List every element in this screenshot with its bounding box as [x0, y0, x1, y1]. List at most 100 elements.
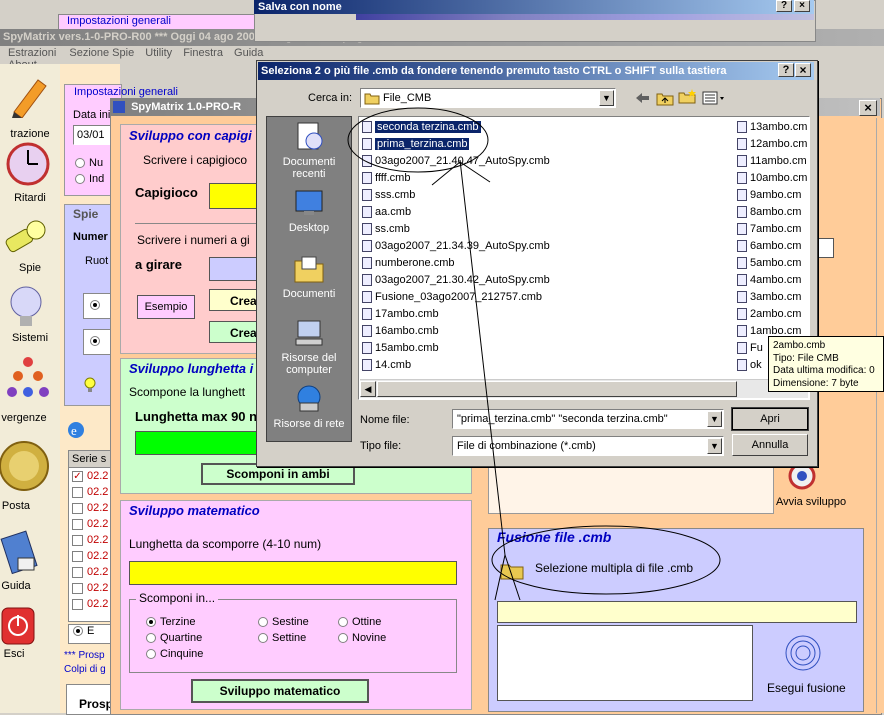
sidebar-item-spie[interactable]: Spie [0, 208, 60, 274]
radio-ind[interactable]: Ind [75, 173, 104, 185]
opt-cinquine[interactable]: Cinquine [146, 648, 203, 660]
sidebar-item-esci[interactable]: Esci [0, 604, 60, 678]
horizontal-scrollbar[interactable]: ◀ [360, 379, 808, 398]
file-item[interactable]: 2ambo.cm [737, 306, 809, 323]
row-checkbox[interactable] [72, 550, 83, 562]
row-checkbox[interactable] [72, 534, 83, 546]
file-item[interactable]: 7ambo.cm [737, 221, 809, 238]
chevron-down-icon[interactable]: ▼ [707, 411, 722, 427]
file-item[interactable]: 15ambo.cmb [362, 340, 582, 357]
open-help-button[interactable]: ? [778, 63, 794, 77]
radio-button[interactable] [338, 633, 348, 644]
apri-button[interactable]: Apri [731, 407, 809, 431]
radio-button[interactable] [258, 633, 268, 644]
menu-sezione-spie[interactable]: Sezione Spie [69, 47, 134, 59]
radio-button[interactable] [90, 300, 100, 310]
cerca-in-select[interactable]: File_CMB ▼ [360, 88, 616, 108]
file-item[interactable]: 3ambo.cm [737, 289, 809, 306]
nome-file-input[interactable]: "prima_terzina.cmb" "seconda terzina.cmb… [452, 409, 724, 429]
right-input-box[interactable] [816, 238, 834, 258]
file-item[interactable]: Fusione_03ago2007_212757.cmb [362, 289, 582, 306]
prosp-button[interactable]: Prosp [79, 697, 113, 711]
file-item[interactable]: 8ambo.cm [737, 204, 809, 221]
file-item[interactable]: 14.cmb [362, 357, 582, 374]
place-computer[interactable]: Risorse del computer [267, 317, 351, 381]
file-item[interactable]: numberone.cmb [362, 255, 582, 272]
lunghetta-input[interactable] [135, 431, 267, 455]
row-checkbox[interactable] [72, 502, 83, 514]
menu-guida[interactable]: Guida [234, 47, 263, 59]
place-documenti[interactable]: Documenti [267, 253, 351, 307]
opt-quartine[interactable]: Quartine [146, 632, 202, 644]
file-item[interactable]: 13ambo.cm [737, 119, 809, 136]
chevron-down-icon[interactable]: ▼ [599, 90, 614, 106]
save-help-button[interactable]: ? [776, 0, 792, 12]
row-checkbox[interactable]: ✓ [72, 470, 83, 482]
file-item[interactable]: 12ambo.cm [737, 136, 809, 153]
scroll-thumb[interactable] [377, 381, 737, 397]
file-item[interactable]: 17ambo.cmb [362, 306, 582, 323]
radio-button[interactable] [258, 617, 268, 628]
file-item[interactable]: 11ambo.cm [737, 153, 809, 170]
menu-utility[interactable]: Utility [145, 47, 172, 59]
sidebar-item-sistemi[interactable]: Sistemi [0, 280, 60, 346]
file-item[interactable]: ffff.cmb [362, 170, 582, 187]
sidebar-item-posta[interactable]: Posta [0, 436, 60, 514]
fusione-textarea[interactable] [497, 625, 753, 701]
matematico-input[interactable] [129, 561, 457, 585]
sidebar-item-ritardi[interactable]: Ritardi [0, 140, 60, 206]
radio-nu[interactable]: Nu [75, 157, 103, 169]
file-item[interactable]: 10ambo.cm [737, 170, 809, 187]
row-checkbox[interactable] [72, 518, 83, 530]
file-item[interactable]: 16ambo.cmb [362, 323, 582, 340]
opt-novine[interactable]: Novine [338, 632, 386, 644]
opt-settine[interactable]: Settine [258, 632, 306, 644]
radio-button[interactable] [75, 174, 85, 185]
opt-sestine[interactable]: Sestine [258, 616, 309, 628]
esegui-fusione-label[interactable]: Esegui fusione [767, 681, 846, 695]
radio-button[interactable] [90, 336, 100, 346]
spy-window-close-button[interactable]: × [859, 100, 877, 116]
place-recent[interactable]: Documenti recenti [267, 121, 351, 185]
file-item[interactable]: sss.cmb [362, 187, 582, 204]
file-item[interactable]: 9ambo.cm [737, 187, 809, 204]
file-item[interactable]: prima_terzina.cmb [362, 136, 582, 153]
file-item[interactable]: seconda terzina.cmb [362, 119, 582, 136]
file-item[interactable]: 03ago2007_21.34.39_AutoSpy.cmb [362, 238, 582, 255]
sidebar-item-guida[interactable]: Guida [0, 520, 60, 594]
spiral-icon[interactable] [783, 633, 823, 673]
radio-button[interactable] [146, 649, 156, 660]
place-desktop[interactable]: Desktop [267, 187, 351, 241]
file-item[interactable]: 03ago2007_21.40.47_AutoSpy.cmb [362, 153, 582, 170]
fusione-input[interactable] [497, 601, 857, 623]
ie-icon[interactable]: e [66, 420, 86, 440]
radio-button[interactable] [146, 617, 156, 628]
save-close-button[interactable]: × [794, 0, 810, 12]
esempio-button[interactable]: Esempio [137, 295, 195, 319]
opt-ottine[interactable]: Ottine [338, 616, 381, 628]
scroll-left-button[interactable]: ◀ [360, 381, 376, 397]
file-item[interactable]: 5ambo.cm [737, 255, 809, 272]
file-item[interactable]: aa.cmb [362, 204, 582, 221]
view-menu-icon[interactable] [702, 90, 726, 106]
row-checkbox[interactable] [72, 598, 83, 610]
sidebar-item-convergenze[interactable]: vergenze [0, 350, 60, 424]
radio-button[interactable] [75, 158, 85, 169]
new-folder-icon[interactable] [678, 88, 696, 104]
menu-finestra[interactable]: Finestra [183, 47, 223, 59]
annulla-button[interactable]: Annulla [732, 434, 808, 456]
file-item[interactable]: ss.cmb [362, 221, 582, 238]
open-close-button[interactable]: × [795, 63, 811, 77]
radio-button[interactable] [146, 633, 156, 644]
menu-estrazioni[interactable]: Estrazioni [8, 47, 56, 59]
sidebar-item-estrazione[interactable]: trazione [0, 68, 60, 140]
file-item[interactable]: 6ambo.cm [737, 238, 809, 255]
tipo-file-select[interactable]: File di combinazione (*.cmb) ▼ [452, 436, 724, 456]
back-arrow-icon[interactable] [634, 90, 650, 106]
radio-button[interactable] [73, 626, 83, 637]
file-item[interactable]: 03ago2007_21.30.42_AutoSpy.cmb [362, 272, 582, 289]
place-rete[interactable]: Risorse di rete [267, 383, 351, 437]
avvia-sviluppo-label[interactable]: Avvia sviluppo [776, 496, 846, 508]
row-checkbox[interactable] [72, 582, 83, 594]
chevron-down-icon[interactable]: ▼ [707, 438, 722, 454]
